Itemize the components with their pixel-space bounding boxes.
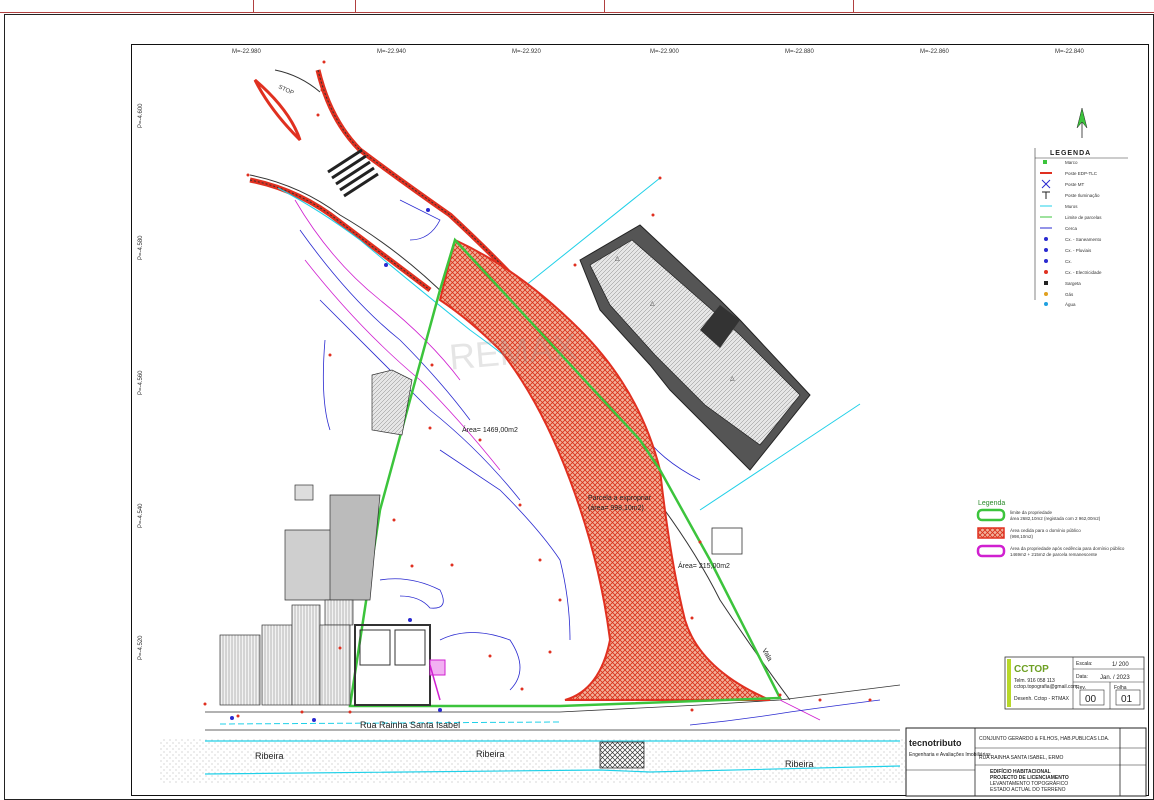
grid-label: M=-22.980 [232, 49, 262, 55]
area-legend: Legenda limite da propriedade área 2682,… [976, 500, 1125, 558]
stamp-company: CCTOP [1014, 664, 1049, 675]
legend-item: Cx. [1065, 259, 1072, 264]
area-label-remaining: Área= 1469,00m2 [462, 425, 518, 434]
grid-label: M=-22.880 [785, 49, 815, 55]
river-label: Ribeira [785, 759, 814, 769]
street-name: Rua Rainha Santa Isabel [360, 720, 460, 730]
grid-label: P=-4.600 [138, 103, 144, 128]
area-legend-line: (998,10m2) [1010, 534, 1034, 539]
grid-label: P=-4.580 [138, 235, 144, 260]
legend-item: Poste EDP-TLC [1065, 171, 1098, 176]
title-line: ESTADO ACTUAL DO TERRENO [990, 787, 1066, 793]
area-legend-line: área 2682,10m2 (registada com 2 962,00m2… [1010, 516, 1101, 521]
svg-text:△: △ [650, 301, 655, 307]
legend-item: Sargeta [1065, 281, 1081, 286]
area-label-small-parcel: Área= 215,00m2 [678, 561, 730, 570]
drain-icon [1044, 281, 1048, 285]
scale-value: 1/ 200 [1112, 662, 1129, 668]
svg-text:△: △ [615, 256, 620, 262]
grid-label: P=-4.520 [138, 635, 144, 660]
legend-item: Poste MT [1065, 182, 1085, 187]
river-label: Ribeira [476, 749, 505, 759]
manhole-icon [1044, 259, 1048, 263]
grid-label: P=-4.560 [138, 370, 144, 395]
marker-icon [1043, 160, 1047, 164]
manhole-icon [1044, 248, 1048, 252]
title-block-location: RUA RAINHA SANTA ISABEL, ERMO [979, 755, 1063, 761]
title-block-brand: tecnotributo [909, 738, 962, 748]
grid-label: M=-22.920 [512, 49, 542, 55]
title-block: tecnotributo Engenharia e Avaliações Imo… [905, 727, 1147, 797]
bridge-structure [599, 741, 645, 769]
legend-item: Água [1065, 301, 1076, 307]
legend-item: Cx. - Pluviais [1065, 248, 1092, 253]
legend-item: Cerca [1065, 226, 1078, 231]
lamp-post-icon [1042, 191, 1050, 199]
boundary-swatch [976, 508, 1006, 522]
grid-label: M=-22.840 [1055, 49, 1085, 55]
stop-marking: STOP [277, 84, 294, 96]
grid-label: M=-22.940 [377, 49, 407, 55]
area-legend-line: limite da propriedade [1010, 510, 1053, 515]
area-legend-line: 1469m2 + 215m2 de parcela remanescente [1010, 552, 1098, 557]
legend-symbols: LEGENDA Marco Poste EDP-TLC Poste MT Pos… [1034, 148, 1128, 307]
electricity-box-icon [1044, 270, 1048, 274]
grid-label: P=-4.540 [138, 503, 144, 528]
area-label-ceded-area: (área= 998,10m2) [588, 505, 644, 512]
grid-label: M=-22.860 [920, 49, 950, 55]
gas-icon [1044, 292, 1048, 296]
svg-text:△: △ [730, 376, 735, 382]
area-legend-title: Legenda [978, 500, 1005, 507]
area-label-ceded: Parcela a expropriar [588, 495, 652, 502]
legend-item: Poste Iluminação [1065, 193, 1100, 198]
title-line: EDIFÍCIO HABITACIONAL [990, 767, 1051, 775]
grid-label: M=-22.900 [650, 49, 680, 55]
ceded-swatch [977, 527, 1005, 539]
sheet-value: 01 [1121, 694, 1133, 705]
grid-labels-y: P=-4.600 P=-4.580 P=-4.560 P=-4.540 P=-4… [138, 103, 144, 660]
surveyor-stamp: CCTOP Telm. 916 058 113 cctop.topografia… [1004, 656, 1145, 710]
revision-value: 00 [1085, 694, 1097, 705]
legend-item: Cx. - Saneamento [1065, 237, 1102, 242]
legend-item: Muros [1065, 204, 1078, 209]
north-arrow-icon [1076, 107, 1088, 138]
road-kerb [249, 179, 431, 291]
legend-item: Cx. - Electricidade [1065, 270, 1102, 275]
water-icon [1044, 302, 1048, 306]
area-legend-line: Área cedida para o domínio público [1010, 527, 1081, 533]
cross-icon [1041, 179, 1051, 189]
date-value: Jan. / 2023 [1100, 675, 1130, 681]
stamp-surveyor: Desenh. Cctop - RTMAX [1014, 696, 1070, 702]
remaining-swatch [976, 544, 1006, 558]
scale-label: Escala: [1076, 661, 1092, 667]
legend-item: Gás [1065, 292, 1074, 297]
stamp-email: cctop.topografia@gmail.com [1014, 684, 1077, 690]
grid-labels-x: M=-22.980 M=-22.940 M=-22.920 M=-22.900 … [232, 49, 1085, 55]
road-kerb [249, 177, 432, 292]
legend-item: Marco [1065, 160, 1078, 165]
site-plan-drawing: M=-22.980 M=-22.940 M=-22.920 M=-22.900 … [138, 49, 1147, 797]
legend-item: Limite de parcelas [1065, 215, 1102, 220]
date-label: Data: [1076, 674, 1088, 680]
title-line: LEVANTAMENTO TOPOGRÁFICO [990, 780, 1068, 787]
manhole-icon [1044, 237, 1048, 241]
river-label: Ribeira [255, 751, 284, 761]
title-block-client: CONJUNTO GERARDO & FILHOS, HAB.PUBLICAS … [979, 736, 1109, 742]
area-legend-line: Área da propriedade após cedência para d… [1010, 545, 1125, 551]
legend-title: LEGENDA [1050, 150, 1091, 157]
